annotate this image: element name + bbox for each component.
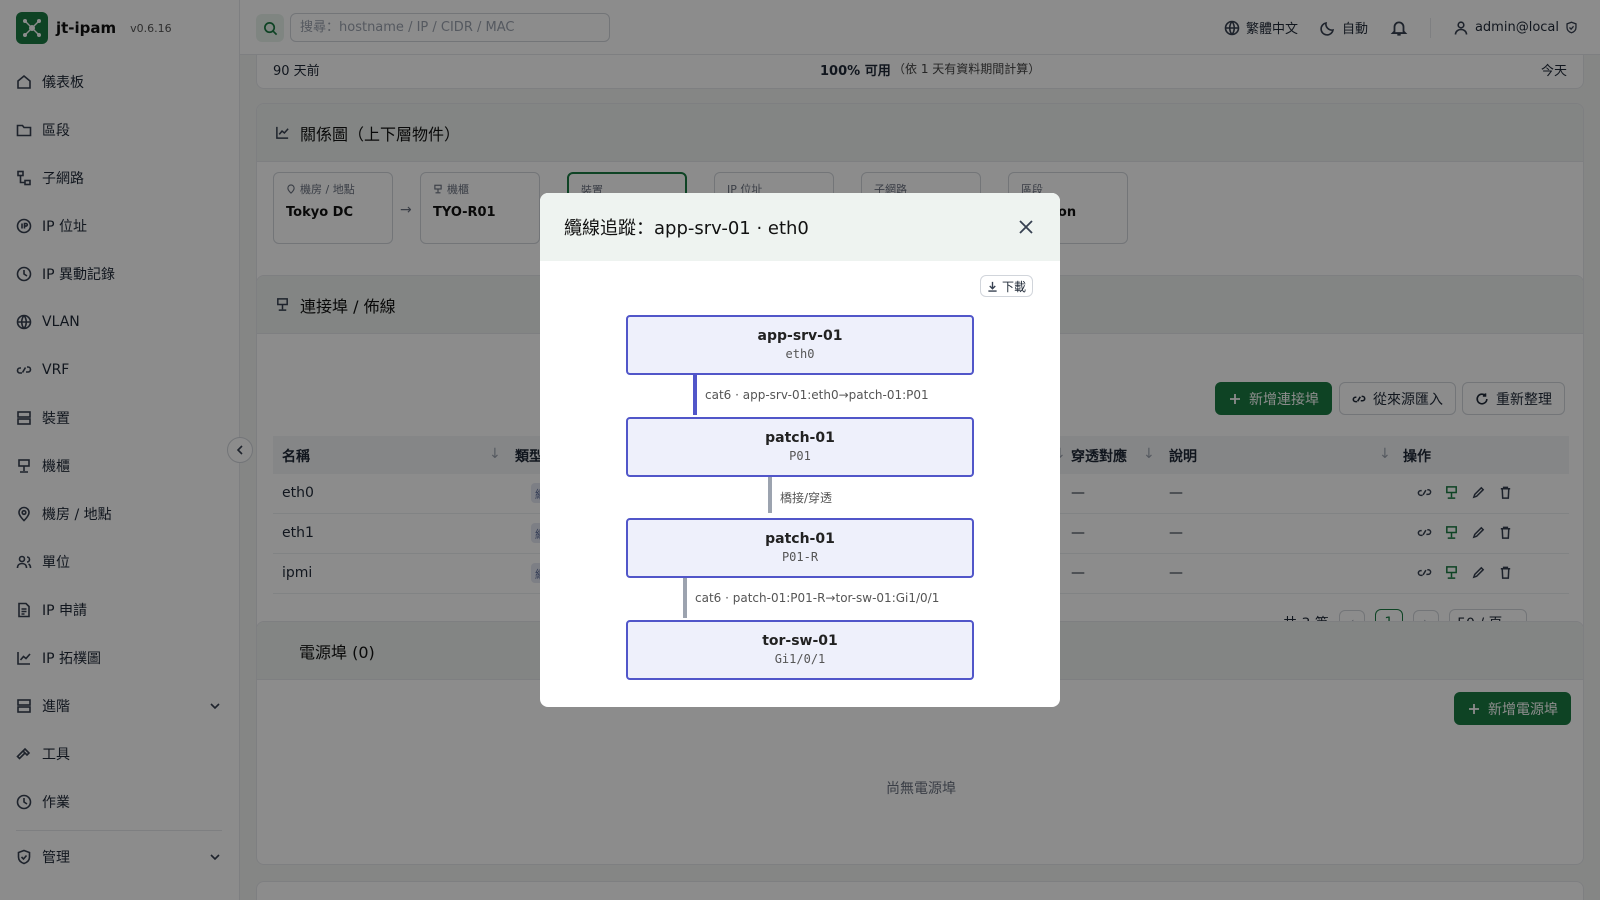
close-icon[interactable]: [1016, 217, 1036, 237]
download-icon: [988, 281, 997, 292]
trace-link: [768, 477, 772, 513]
download-button[interactable]: 下載: [980, 275, 1034, 297]
trace-link-label: cat6 · app-srv-01:eth0→patch-01:P01: [705, 388, 929, 402]
trace-node[interactable]: tor-sw-01 Gi1/0/1: [626, 620, 974, 680]
trace-link: [693, 375, 697, 415]
trace-node[interactable]: patch-01 P01-R: [626, 518, 974, 578]
trace-link: [683, 578, 687, 618]
modal-title: 纜線追蹤：app-srv-01 · eth0: [540, 193, 1060, 261]
cable-trace-modal: 纜線追蹤：app-srv-01 · eth0 下載 app-srv-01 eth0…: [540, 193, 1060, 707]
trace-link-label: 橋接/穿透: [780, 491, 833, 505]
trace-node[interactable]: patch-01 P01: [626, 417, 974, 477]
trace-link-label: cat6 · patch-01:P01-R→tor-sw-01:Gi1/0/1: [695, 591, 940, 605]
trace-node[interactable]: app-srv-01 eth0: [626, 315, 974, 375]
